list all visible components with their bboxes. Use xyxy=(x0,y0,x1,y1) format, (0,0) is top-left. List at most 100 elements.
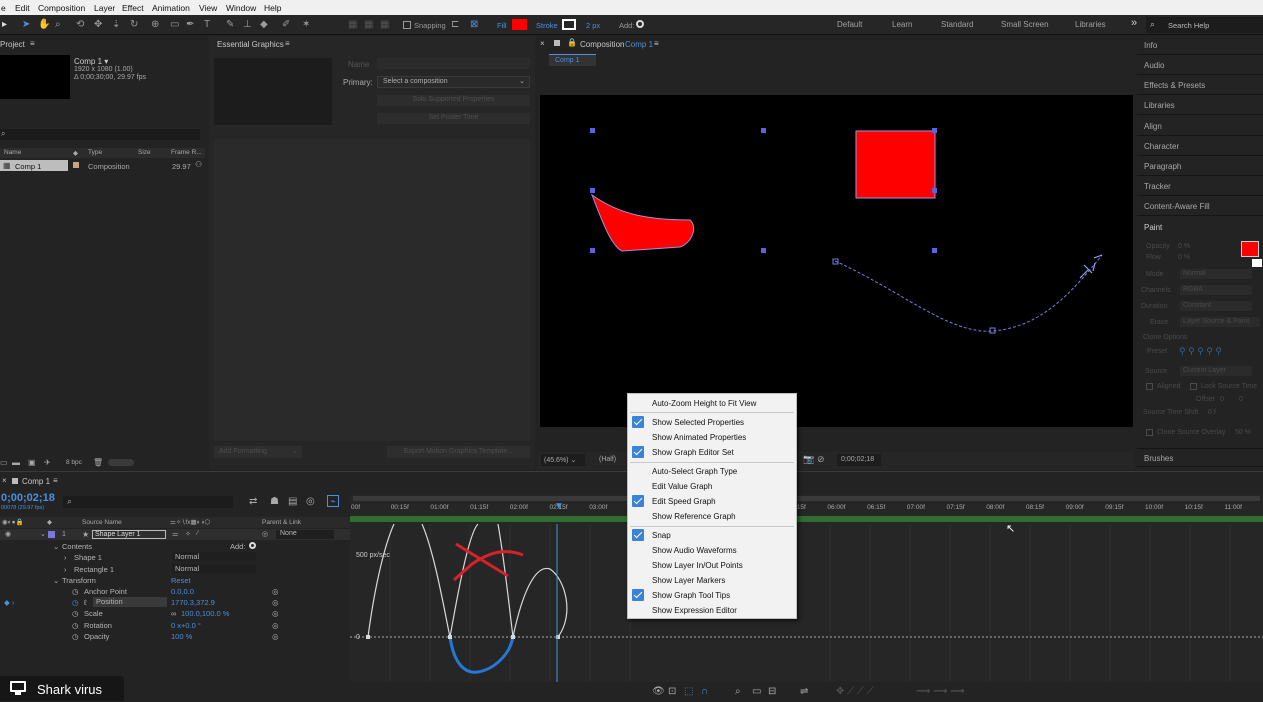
interpret-footage-icon[interactable]: ▭ xyxy=(0,458,8,467)
snapshot-icon[interactable]: 📷 xyxy=(803,454,814,465)
panel-paragraph[interactable]: Paragraph xyxy=(1137,157,1263,176)
fit-selection-icon[interactable]: ⌕ xyxy=(735,686,741,697)
label-color-chip[interactable] xyxy=(73,162,79,168)
panel-menu-icon[interactable]: ≡ xyxy=(285,39,290,48)
shape1-blend-select[interactable]: Normal xyxy=(172,552,256,561)
menu-layer[interactable]: Layer xyxy=(94,3,115,13)
lock-source-time-checkbox[interactable] xyxy=(1190,383,1197,390)
stopwatch-icon[interactable]: ◷ xyxy=(72,621,79,630)
menu-show-audio-waveforms[interactable]: Show Audio Waveforms xyxy=(652,546,737,555)
paint-background-color[interactable] xyxy=(1252,259,1262,267)
timeline-search-input[interactable]: ⌕ xyxy=(63,496,233,508)
world-axis-icon[interactable]: ▦ xyxy=(364,19,373,31)
aligned-checkbox[interactable] xyxy=(1146,383,1153,390)
snapping-checkbox[interactable] xyxy=(403,21,411,29)
panel-paint[interactable]: Paint xyxy=(1137,218,1263,237)
fit-all-icon[interactable]: ▭ xyxy=(752,686,761,697)
transform-reset-link[interactable]: Reset xyxy=(171,576,191,585)
pen-tool-icon[interactable]: ✒ xyxy=(186,19,194,31)
orbit-tool-icon[interactable]: ⟲ xyxy=(76,19,84,31)
scale-pickwhip-icon[interactable]: ◎ xyxy=(272,609,279,618)
collapse-switch-icon[interactable]: ✧ xyxy=(185,530,191,538)
hand-tool-icon[interactable]: ✋ xyxy=(38,19,50,31)
graph-type-icon[interactable]: ⊡ xyxy=(668,686,676,697)
label-color-chip[interactable] xyxy=(554,40,560,46)
add-formatting-dropdown[interactable]: Add Formatting ⌄ xyxy=(214,446,302,458)
panel-info[interactable]: Info xyxy=(1137,36,1263,55)
search-help-field[interactable]: ⌕ Search Help xyxy=(1146,17,1263,33)
add-content-icon[interactable] xyxy=(249,542,256,549)
menu-show-layer-markers[interactable]: Show Layer Markers xyxy=(652,576,725,585)
add-shape-icon[interactable] xyxy=(636,20,644,28)
panel-audio[interactable]: Audio xyxy=(1137,56,1263,75)
label-color-chip[interactable] xyxy=(48,531,55,538)
layer-row[interactable]: ◉ ⌄ 1 ★ Shape Layer 1 ⚌ ✧ ∕ ◎ None xyxy=(0,529,350,540)
trash-icon[interactable]: 🗑 xyxy=(93,458,103,467)
menu-composition[interactable]: Composition xyxy=(38,3,85,13)
stroke-color-swatch[interactable] xyxy=(562,19,576,30)
motion-blur-icon[interactable]: ◎ xyxy=(306,496,315,507)
anchor-pickwhip-icon[interactable]: ◎ xyxy=(272,587,279,596)
timeline-tab[interactable]: Comp 1 xyxy=(22,477,50,486)
panel-libraries[interactable]: Libraries xyxy=(1137,96,1263,115)
paint-opacity-value[interactable]: 0 % xyxy=(1178,243,1190,250)
properties-drop-area[interactable] xyxy=(214,139,530,441)
view-axis-icon[interactable]: ▦ xyxy=(380,19,389,31)
col-name[interactable]: Name xyxy=(4,149,21,156)
position-label[interactable]: Position xyxy=(93,597,167,607)
easy-ease-icons[interactable]: ⟿ ⟿ ⟿ xyxy=(916,686,965,697)
panel-character[interactable]: Character xyxy=(1137,137,1263,156)
position-pickwhip-icon[interactable]: ◎ xyxy=(272,598,279,607)
expression-icon[interactable]: ℓ xyxy=(84,598,86,607)
panel-align[interactable]: Align xyxy=(1137,117,1263,136)
panel-menu-icon[interactable]: ≡ xyxy=(654,39,659,48)
col-parent-link[interactable]: Parent & Link xyxy=(262,519,301,526)
label-icon[interactable]: ◆ xyxy=(73,149,78,157)
template-name-field[interactable] xyxy=(377,58,530,69)
frame-blending-icon[interactable]: ▤ xyxy=(288,496,297,507)
offset-x-value[interactable]: 0 xyxy=(1220,396,1224,403)
zoom-tool-icon[interactable]: ⌕ xyxy=(55,19,61,31)
menu-show-animated-properties[interactable]: Show Animated Properties xyxy=(652,433,746,442)
shape1-arrow-icon[interactable]: › xyxy=(64,553,67,562)
rotate-tool-icon[interactable]: ↻ xyxy=(130,19,138,31)
layer-duration-bar[interactable] xyxy=(350,516,1263,522)
export-template-button[interactable]: Export Motion Graphics Template... xyxy=(387,446,530,458)
composition-viewer[interactable] xyxy=(540,95,1133,427)
menu-show-graph-editor-set[interactable]: Show Graph Editor Set xyxy=(652,448,734,457)
project-row[interactable]: ▦ Comp 1 Composition 29.97 ⚇ xyxy=(0,160,205,171)
type-tool-icon[interactable]: T xyxy=(204,19,210,31)
shy-icon[interactable]: ☗ xyxy=(270,496,279,507)
work-area-bar[interactable] xyxy=(353,496,1260,501)
local-axis-icon[interactable]: ▦ xyxy=(348,19,357,31)
close-icon[interactable]: × xyxy=(540,39,545,48)
viewer-timecode[interactable]: 0;00;02;18 xyxy=(837,454,881,466)
time-ruler[interactable]: 00f 00:15f 01:00f 01:15f 02:00f 02:15f 03:00f 0… xyxy=(350,502,1263,514)
separate-dimensions-icon[interactable]: ⊟ xyxy=(768,686,776,697)
transform-arrow-icon[interactable]: ⌄ xyxy=(53,576,59,585)
workspace-overflow-icon[interactable]: » xyxy=(1131,17,1137,29)
workspace-learn[interactable]: Learn xyxy=(892,20,912,29)
lock-icon[interactable]: 🔒 xyxy=(567,38,577,47)
workspace-standard[interactable]: Standard xyxy=(941,20,973,29)
thumbnail-slider[interactable] xyxy=(108,459,134,466)
shape1-label[interactable]: Shape 1 xyxy=(74,553,102,562)
col-frame-rate[interactable]: Frame R... xyxy=(171,149,202,156)
new-comp-icon[interactable]: ▣ xyxy=(28,458,36,467)
primary-composition-select[interactable]: Select a composition ⌄ xyxy=(377,76,530,88)
comp-tab[interactable]: Comp 1 xyxy=(549,54,596,66)
stopwatch-icon[interactable]: ◷ xyxy=(72,609,79,618)
workspace-small-screen[interactable]: Small Screen xyxy=(1001,20,1049,29)
menu-auto-select-graph-type[interactable]: Auto-Select Graph Type xyxy=(652,467,737,476)
panel-menu-icon[interactable]: ≡ xyxy=(53,476,58,485)
col-source-name[interactable]: Source Name xyxy=(82,519,122,526)
menu-show-graph-tool-tips[interactable]: Show Graph Tool Tips xyxy=(652,591,730,600)
paint-foreground-color[interactable] xyxy=(1241,241,1259,257)
essential-graphics-title[interactable]: Essential Graphics xyxy=(217,40,284,49)
pan-behind-tool-icon[interactable]: ⊕ xyxy=(151,19,159,31)
source-select[interactable]: Current Layer xyxy=(1180,366,1252,376)
constrain-proportions-icon[interactable]: ∞ xyxy=(171,609,176,618)
home-icon[interactable]: ▸ xyxy=(2,19,7,31)
new-folder-icon[interactable]: ▬ xyxy=(12,458,20,467)
paint-mode-select[interactable]: Normal xyxy=(1180,269,1252,279)
